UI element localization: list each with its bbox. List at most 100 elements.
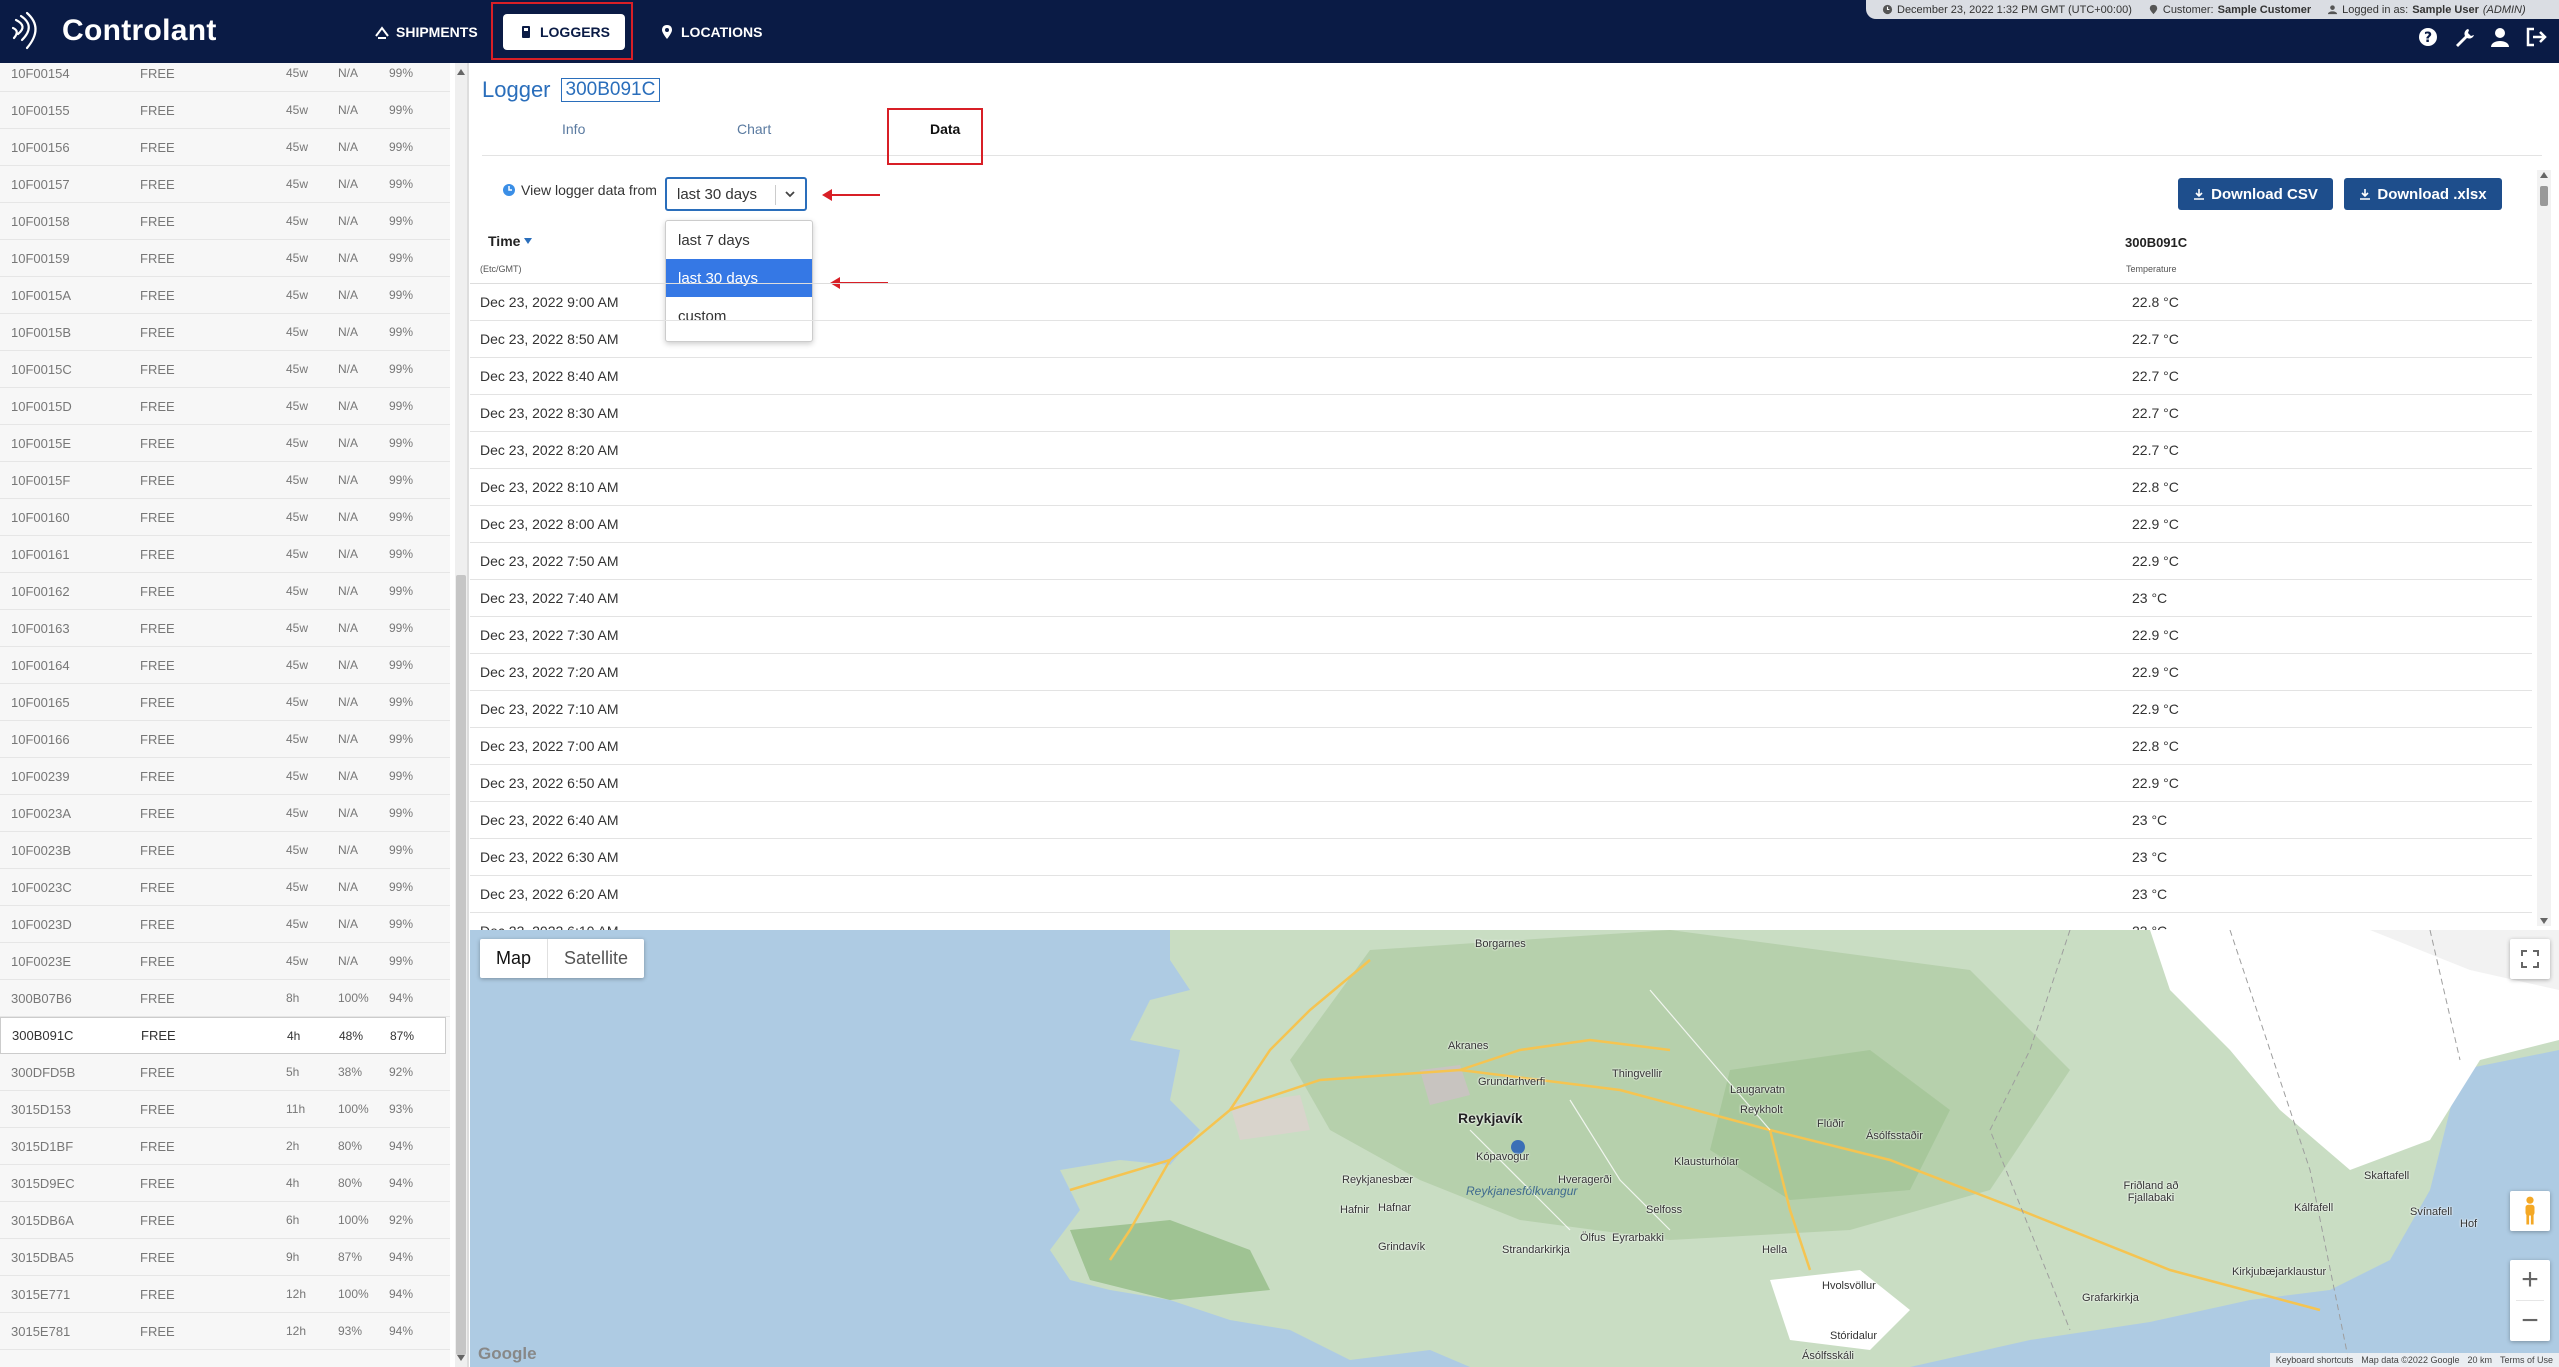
clock-icon [503,184,515,196]
map-type-satellite[interactable]: Satellite [548,939,644,978]
logger-row[interactable]: 10F0023A FREE 45w N/A 99% [0,795,450,832]
logger-row[interactable]: 10F00165 FREE 45w N/A 99% [0,684,450,721]
logger-battery: N/A [338,547,359,561]
logger-status: FREE [140,472,175,488]
logger-id: 10F0015F [11,472,71,488]
table-row: Dec 23, 2022 6:20 AM 23 °C [470,876,2532,913]
logger-row[interactable]: 3015D1BF FREE 2h 80% 94% [0,1128,450,1165]
logger-signal: 99% [389,695,414,709]
logger-battery: N/A [338,806,359,820]
logger-row[interactable]: 3015DBA5 FREE 9h 87% 94% [0,1239,450,1276]
logger-row[interactable]: 10F00154 FREE 45w N/A 99% [0,63,450,92]
terms-link[interactable]: Terms of Use [2500,1355,2553,1365]
logger-row[interactable]: 10F0015C FREE 45w N/A 99% [0,351,450,388]
zoom-out-button[interactable]: − [2510,1301,2550,1341]
logger-row[interactable]: 10F00161 FREE 45w N/A 99% [0,536,450,573]
logger-row[interactable]: 10F00159 FREE 45w N/A 99% [0,240,450,277]
date-range-select[interactable]: last 30 days [665,177,807,211]
tab-chart[interactable]: Chart [737,121,771,137]
logger-row[interactable]: 300DFD5B FREE 5h 38% 92% [0,1054,450,1091]
logger-row[interactable]: 10F0023E FREE 45w N/A 99% [0,943,450,980]
logger-row[interactable]: 10F0023B FREE 45w N/A 99% [0,832,450,869]
settings-button[interactable] [2453,26,2475,53]
map-view[interactable]: Map Satellite + − Borgarnes Akranes Grun… [470,930,2559,1367]
logger-row[interactable]: 10F0015F FREE 45w N/A 99% [0,462,450,499]
scroll-up-arrow-icon[interactable] [2540,172,2548,178]
row-time: Dec 23, 2022 9:00 AM [480,294,619,310]
table-scrollbar[interactable] [2537,170,2551,926]
nav-loggers[interactable]: LOGGERS [503,14,625,50]
logger-battery: N/A [338,510,359,524]
profile-button[interactable] [2489,26,2511,53]
map-scale[interactable]: 20 km [2467,1355,2492,1365]
logger-row[interactable]: 3015DB6A FREE 6h 100% 92% [0,1202,450,1239]
table-rows: Dec 23, 2022 9:00 AM 22.8 °C Dec 23, 2022 … [470,284,2532,950]
logger-id: 10F00154 [11,65,70,81]
row-time: Dec 23, 2022 8:30 AM [480,405,619,421]
logger-row[interactable]: 10F0015E FREE 45w N/A 99% [0,425,450,462]
table-row: Dec 23, 2022 8:00 AM 22.9 °C [470,506,2532,543]
logger-row[interactable]: 10F00166 FREE 45w N/A 99% [0,721,450,758]
tab-info[interactable]: Info [562,121,585,137]
logger-row[interactable]: 3015E781 FREE 12h 93% 94% [0,1313,450,1350]
logger-row[interactable]: 10F00164 FREE 45w N/A 99% [0,647,450,684]
logger-row[interactable]: 10F00157 FREE 45w N/A 99% [0,166,450,203]
logger-row[interactable]: 10F00155 FREE 45w N/A 99% [0,92,450,129]
zoom-in-button[interactable]: + [2510,1260,2550,1300]
logger-list-scrollbar[interactable] [455,63,467,1367]
logger-row[interactable]: 10F0023D FREE 45w N/A 99% [0,906,450,943]
map-place-grundarhverfi: Grundarhverfi [1478,1076,1546,1088]
logger-row-selected[interactable]: 300B091C FREE 4h 48% 87% [0,1017,446,1054]
logger-row[interactable]: 10F00163 FREE 45w N/A 99% [0,610,450,647]
logger-title: Logger 300B091C [482,77,661,103]
logger-battery: 80% [338,1139,363,1153]
map-place-hveragerdi: Hveragerði [1558,1174,1612,1186]
logger-id: 10F0015A [11,287,71,303]
nav-locations[interactable]: LOCATIONS [659,14,762,50]
table-scroll-thumb[interactable] [2540,186,2548,206]
logger-status: FREE [141,1028,176,1043]
map-place-hella: Hella [1762,1244,1788,1256]
logger-row[interactable]: 10F0015D FREE 45w N/A 99% [0,388,450,425]
logger-time: 45w [286,288,309,302]
logger-row[interactable]: 300B07B6 FREE 8h 100% 94% [0,980,450,1017]
logger-row[interactable]: 10F0015B FREE 45w N/A 99% [0,314,450,351]
download-csv-button[interactable]: Download CSV [2178,178,2333,210]
map-place-reykholt: Reykholt [1740,1104,1783,1116]
logger-list-scroll-thumb[interactable] [456,575,466,1355]
logout-button[interactable] [2525,26,2547,53]
logger-time: 45w [286,917,309,931]
logger-row[interactable]: 10F00239 FREE 45w N/A 99% [0,758,450,795]
logger-row[interactable]: 10F0015A FREE 45w N/A 99% [0,277,450,314]
scroll-down-arrow-icon[interactable] [457,1355,465,1361]
logger-row[interactable]: 3015D9EC FREE 4h 80% 94% [0,1165,450,1202]
logger-row[interactable]: 10F00162 FREE 45w N/A 99% [0,573,450,610]
logger-row[interactable]: 3015D153 FREE 11h 100% 93% [0,1091,450,1128]
help-button[interactable]: ? [2417,26,2439,53]
street-view-button[interactable] [2510,1191,2550,1231]
logger-id: 10F0023B [11,842,71,858]
download-xlsx-button[interactable]: Download .xlsx [2344,178,2502,210]
logger-row[interactable]: 3015E771 FREE 12h 100% 94% [0,1276,450,1313]
clock-icon [1882,4,1893,15]
logger-signal: 94% [389,1324,414,1338]
keyboard-shortcuts-link[interactable]: Keyboard shortcuts [2276,1355,2354,1365]
fullscreen-button[interactable] [2510,939,2550,979]
help-icon: ? [2419,28,2437,46]
map-type-map[interactable]: Map [480,939,549,978]
row-temperature: 22.7 °C [2132,405,2179,421]
logger-signal: 99% [389,177,414,191]
scroll-down-arrow-icon[interactable] [2540,918,2548,924]
brand-logo[interactable]: Controlant [10,8,217,54]
logger-row[interactable]: 10F00160 FREE 45w N/A 99% [0,499,450,536]
chevron-down-icon[interactable] [783,187,797,201]
time-column-header[interactable]: Time [488,233,533,249]
logger-row[interactable]: 10F00158 FREE 45w N/A 99% [0,203,450,240]
logger-row[interactable]: 10F00156 FREE 45w N/A 99% [0,129,450,166]
logger-row[interactable]: 10F0023C FREE 45w N/A 99% [0,869,450,906]
logger-detail-panel: Logger 300B091C Info Chart Data View log… [470,63,2559,950]
nav-shipments[interactable]: SHIPMENTS [374,14,478,50]
scroll-up-arrow-icon[interactable] [457,69,465,75]
logger-tabs: Info Chart Data [482,109,2542,156]
logger-time: 12h [286,1287,307,1301]
